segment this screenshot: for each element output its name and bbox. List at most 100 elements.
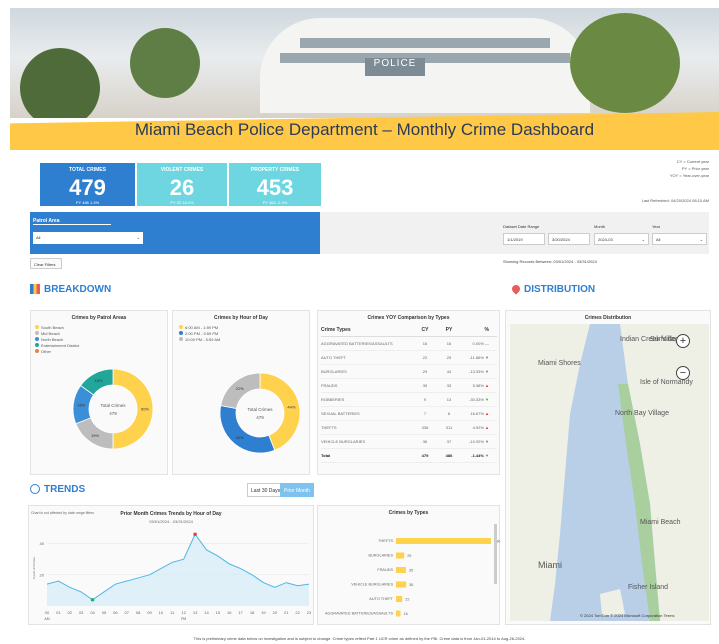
table-cell: 36	[422, 439, 428, 444]
abbrev-cy: CY = Current year	[676, 159, 709, 164]
center-value: 479	[109, 411, 117, 416]
table-cell: 486	[445, 453, 453, 458]
patrol-area-panel: Crimes by Patrol Areas South Beach Mid B…	[30, 310, 168, 475]
date-to-input[interactable]: 3/20/2024	[548, 233, 590, 245]
kpi-sub: PY 486 1.4%	[75, 200, 100, 205]
police-building	[260, 18, 590, 113]
kpi-label: TOTAL CRIMES	[69, 167, 106, 173]
x-tick-label: 19	[261, 610, 266, 615]
bar-blocks-icon	[30, 284, 40, 295]
police-sign: POLICE	[365, 58, 425, 76]
table-row[interactable]: BURGLARIES 29 44 -13.33% ▼	[321, 365, 497, 379]
x-tick-label: 04	[90, 610, 95, 615]
yoy-table-title: Crimes YOY Comparison by Types	[367, 315, 450, 321]
max-point	[193, 532, 197, 537]
date-from-input[interactable]: 1/1/2019	[503, 233, 545, 245]
year-select[interactable]: All ⌄	[652, 233, 707, 245]
map-attribution[interactable]: © 2024 TomTom © 2024 Microsoft Corporati…	[580, 613, 674, 618]
x-tick-label: 11	[170, 610, 175, 615]
x-tick-label: 05	[102, 610, 107, 615]
distribution-label: DISTRIBUTION	[524, 284, 596, 295]
x-tick-label: 02	[68, 610, 73, 615]
kpi-value: 26	[169, 175, 195, 200]
table-cell: 311	[445, 425, 453, 430]
table-cell: 37	[446, 439, 452, 444]
table-cell: 25	[446, 355, 452, 360]
table-cell: AGGRAVATED BATTERIES/ASSAULTS	[321, 341, 393, 346]
page-title: Miami Beach Police Department – Monthly …	[134, 120, 595, 139]
date-range-label: Dataset Date Range	[503, 224, 540, 229]
table-row[interactable]: SEXUAL BATTERIES 7 6 16.67% ▲	[321, 407, 497, 421]
table-row[interactable]: FRAUDS 35 33 5.38% ▲	[321, 379, 497, 393]
clear-filters-button[interactable]: Clear Filters	[30, 258, 62, 269]
scrollbar[interactable]	[494, 524, 497, 584]
bar	[396, 567, 406, 573]
slice-label: 22%	[236, 386, 244, 391]
x-tick-label: 22	[295, 610, 300, 615]
chevron-down-icon: ⌄	[699, 237, 703, 242]
col-crime-types: Crime Types	[321, 326, 351, 333]
palm-tree	[570, 13, 680, 113]
abbrev-yoy: YOY = Year-over-year	[669, 173, 709, 178]
center-label: Total Crimes	[100, 403, 126, 408]
table-cell: 5.38% ▲	[472, 383, 489, 388]
month-select[interactable]: 2024-03 ⌄	[594, 233, 649, 245]
table-cell: -13.33% ▼	[469, 369, 489, 374]
x-tick-label: 17	[238, 610, 243, 615]
bar-category-label: BURGLARIES	[369, 554, 394, 558]
trend-arrow-icon: ▲	[485, 383, 489, 388]
palm-tree	[130, 28, 200, 98]
table-row[interactable]: THEFTS 336 311 4.92% ▲	[321, 421, 497, 435]
hour-donut-chart: 44% 34% 22% Total Crimes 479	[219, 372, 301, 454]
table-row[interactable]: ROBBERIES 9 13 -30.33% ▼	[321, 393, 497, 407]
zoom-in-button[interactable]: +	[676, 334, 690, 348]
table-row[interactable]: AUTO THEFT 22 25 -11.86% ▼	[321, 351, 497, 365]
abbrev-py: PY = Prior year	[681, 166, 709, 171]
x-tick-label: 09	[147, 610, 152, 615]
table-row[interactable]: AGGRAVATED BATTERIES/ASSAULTS 16 16 0.00% —	[321, 337, 497, 351]
x-tick-label: 15	[216, 610, 221, 615]
table-cell: 9	[423, 397, 427, 402]
table-cell: 13	[446, 397, 452, 402]
map-place-label: Fisher Island	[628, 584, 669, 591]
kpi-violent-crimes[interactable]: VIOLENT CRIMES 26 PY 22 18.2%	[137, 163, 227, 206]
prior-month-button[interactable]: Prior Month	[280, 483, 314, 497]
table-cell: 479	[421, 453, 429, 458]
zoom-out-button[interactable]: −	[676, 366, 690, 380]
bar-value-label: 35	[409, 569, 413, 573]
year-label: Year	[652, 224, 661, 229]
table-total-row[interactable]: Total 479 486 -1.44% ▼	[321, 449, 497, 463]
bar-value-label: 36	[409, 583, 413, 587]
table-cell: 16.67% ▲	[470, 411, 489, 416]
month-value: 2024-03	[598, 237, 613, 242]
table-cell: -10.92% ▼	[469, 439, 489, 444]
last-refreshed: Last Refreshed: 04/20/2024 08:15 AM	[641, 198, 709, 203]
crime-map[interactable]: Indian Creek Village Surfside Miami Shor…	[510, 324, 709, 621]
map-place-label: Surfside	[650, 336, 676, 343]
x-sublabel: AM	[44, 617, 49, 621]
breakdown-heading: BREAKDOWN	[30, 284, 111, 295]
table-cell: 33	[446, 383, 452, 388]
distribution-title: Crimes Distribution	[584, 315, 632, 321]
trend-arrow-icon: ▼	[485, 355, 489, 360]
chevron-down-icon: ⌄	[136, 235, 140, 240]
bar-value-label: 16	[404, 612, 408, 616]
map-place-label: Isle of Normandy	[640, 379, 693, 386]
date-from-value: 1/1/2019	[507, 237, 523, 242]
x-tick-label: 20	[273, 610, 278, 615]
trend-arrow-icon: —	[485, 341, 489, 346]
patrol-area-select[interactable]: All ⌄	[33, 232, 143, 244]
table-cell: -30.33% ▼	[469, 397, 489, 402]
kpi-property-crimes[interactable]: PROPERTY CRIMES 453 PY 464 -2.4%	[229, 163, 321, 206]
patrol-area-value: All	[36, 235, 41, 240]
table-cell: THEFTS	[321, 425, 337, 430]
table-row[interactable]: VEHICLE BURGLARIES 36 37 -10.92% ▼	[321, 435, 497, 449]
table-cell: -11.86% ▼	[469, 355, 489, 360]
table-cell: 6	[447, 411, 451, 416]
last-30-days-button[interactable]: Last 30 Days	[247, 483, 285, 497]
abbrev-legend: CY = Current year PY = Prior year YOY = …	[670, 158, 709, 179]
y-axis-label: Count of Crimes	[32, 557, 36, 579]
kpi-total-crimes[interactable]: TOTAL CRIMES 479 PY 486 1.4%	[40, 163, 135, 206]
map-place-label: Miami	[538, 560, 562, 570]
x-tick-label: 16	[227, 610, 232, 615]
